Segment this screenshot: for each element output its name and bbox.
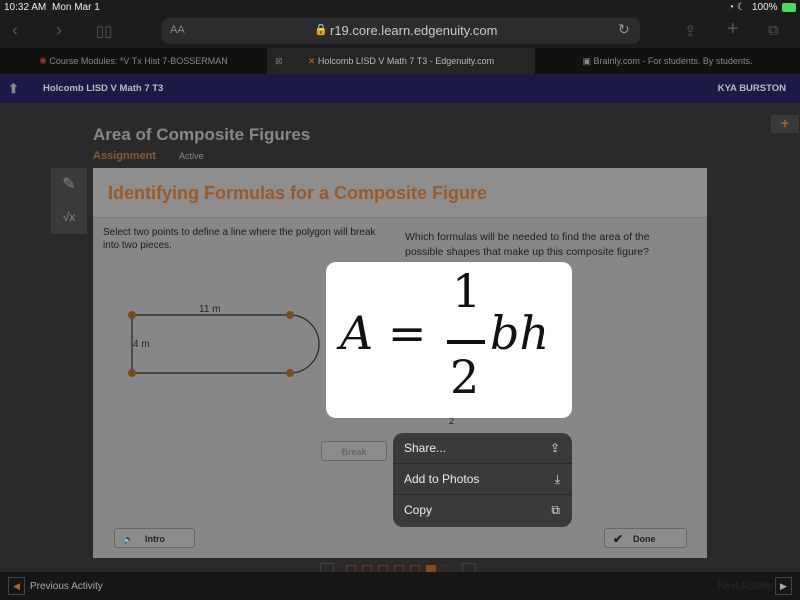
course-nav: ⬆ Holcomb LISD V Math 7 T3 KYA BURSTON (0, 74, 800, 103)
menu-item-share[interactable]: Share... ⇪ (393, 433, 572, 464)
new-tab-icon[interactable]: + (727, 18, 739, 41)
tab-label: Course Modules: *V Tx Hist 7-BOSSERMAN (49, 56, 228, 66)
add-button[interactable]: + (771, 115, 799, 133)
formula-numerator: 1 (452, 264, 482, 318)
menu-label: Add to Photos (404, 472, 480, 486)
lock-icon: 🔒 (314, 24, 328, 36)
assignment-label: Assignment (93, 150, 156, 162)
menu-item-copy[interactable]: Copy ⧉ (393, 495, 572, 526)
previous-activity-link[interactable]: Previous Activity (30, 581, 103, 592)
composite-figure (128, 311, 320, 377)
tab-label: Brainly.com - For students. By students. (593, 56, 753, 66)
activity-title: Identifying Formulas for a Composite Fig… (108, 183, 488, 203)
right-prompt: Which formulas will be needed to find th… (405, 231, 650, 258)
activity-footer: ◀ Previous Activity Next Activity ▶ (0, 572, 800, 600)
back-icon[interactable]: ‹ (12, 20, 18, 41)
user-name[interactable]: KYA BURSTON (718, 74, 786, 103)
bookmarks-icon[interactable]: ▯▯ (96, 22, 113, 40)
calculator-icon[interactable]: √x (51, 201, 87, 234)
tab-course-modules[interactable]: ✺ Course Modules: *V Tx Hist 7-BOSSERMAN (0, 48, 267, 74)
pencil-icon[interactable]: ✎ (51, 168, 87, 201)
menu-item-add-to-photos[interactable]: Add to Photos ⤓ (393, 464, 572, 495)
share-icon: ⇪ (549, 441, 560, 455)
done-label: Done (633, 534, 656, 544)
tab-bar: ✺ Course Modules: *V Tx Hist 7-BOSSERMAN… (0, 48, 800, 74)
copy-icon: ⧉ (551, 503, 560, 517)
tools-panel: ✎ √x (51, 168, 87, 234)
next-activity-link[interactable]: Next Activity (718, 581, 772, 592)
vertex-point[interactable] (286, 369, 294, 377)
fraction-bar (447, 340, 485, 344)
reload-icon[interactable]: ↻ (618, 21, 630, 38)
menu-label: Share... (404, 441, 447, 455)
home-icon[interactable]: ⬆ (8, 74, 19, 103)
formula-rhs: bh (490, 306, 550, 360)
status-bar: 10:32 AM Mon Mar 1 ◔ ☾ 100% (0, 0, 800, 16)
url-text: r19.core.learn.edgenuity.com (330, 23, 498, 38)
menu-label: Copy (404, 503, 433, 517)
intro-button[interactable]: 🔈 Intro (114, 528, 195, 548)
download-icon: ⤓ (554, 472, 560, 486)
intro-label: Intro (145, 534, 165, 544)
speaker-icon: 🔈 (123, 534, 135, 544)
formula-lhs: A = (340, 306, 427, 360)
vertex-point[interactable] (128, 369, 136, 377)
vertex-point[interactable] (128, 311, 136, 319)
page-title: Area of Composite Figures (93, 125, 311, 144)
context-menu: Share... ⇪ Add to Photos ⤓ Copy ⧉ (393, 433, 572, 527)
left-prompt: Select two points to define a line where… (103, 227, 376, 251)
time: 10:32 AM (4, 2, 47, 13)
done-button[interactable]: ✔ Done (604, 528, 687, 548)
tabs-icon[interactable]: ⧉ (768, 22, 779, 39)
vertex-point[interactable] (286, 311, 294, 319)
battery-icon (782, 3, 796, 12)
tab-edgenuity[interactable]: ⊠ ✕ Holcomb LISD V Math 7 T3 - Edgenuity… (267, 48, 535, 74)
browser-toolbar: ‹ › ▯▯ AA 🔒 r19.core.learn.edgenuity.com… (0, 16, 800, 48)
address-bar[interactable]: AA 🔒 r19.core.learn.edgenuity.com ↻ (162, 18, 640, 44)
width-label: 11 m (199, 304, 221, 315)
wifi-icon: ◔ ☾ (728, 2, 746, 13)
text-size-button[interactable]: AA (170, 24, 185, 36)
battery-level: 100% (752, 2, 778, 13)
forward-icon[interactable]: › (56, 20, 62, 41)
date: Mon Mar 1 (52, 2, 100, 13)
formula-denominator: 2 (450, 350, 480, 404)
close-tab-icon[interactable]: ⊠ (275, 48, 283, 74)
course-title[interactable]: Holcomb LISD V Math 7 T3 (43, 74, 163, 103)
share-icon[interactable]: ⇪ (684, 22, 697, 40)
break-button[interactable]: Break (321, 441, 387, 461)
previous-arrow-icon[interactable]: ◀ (8, 577, 25, 595)
activity-header: Identifying Formulas for a Composite Fig… (93, 168, 707, 218)
next-arrow-icon[interactable]: ▶ (775, 577, 792, 595)
status-label: Active (179, 151, 204, 161)
tab-label: Holcomb LISD V Math 7 T3 - Edgenuity.com (317, 56, 495, 66)
image-preview: A = 1 2 bh (326, 262, 572, 418)
figure-outline (131, 314, 320, 374)
height-label: 4 m (133, 339, 150, 350)
check-icon: ✔ (613, 532, 624, 546)
tab-brainly[interactable]: ▣ Brainly.com - For students. By student… (535, 48, 800, 74)
